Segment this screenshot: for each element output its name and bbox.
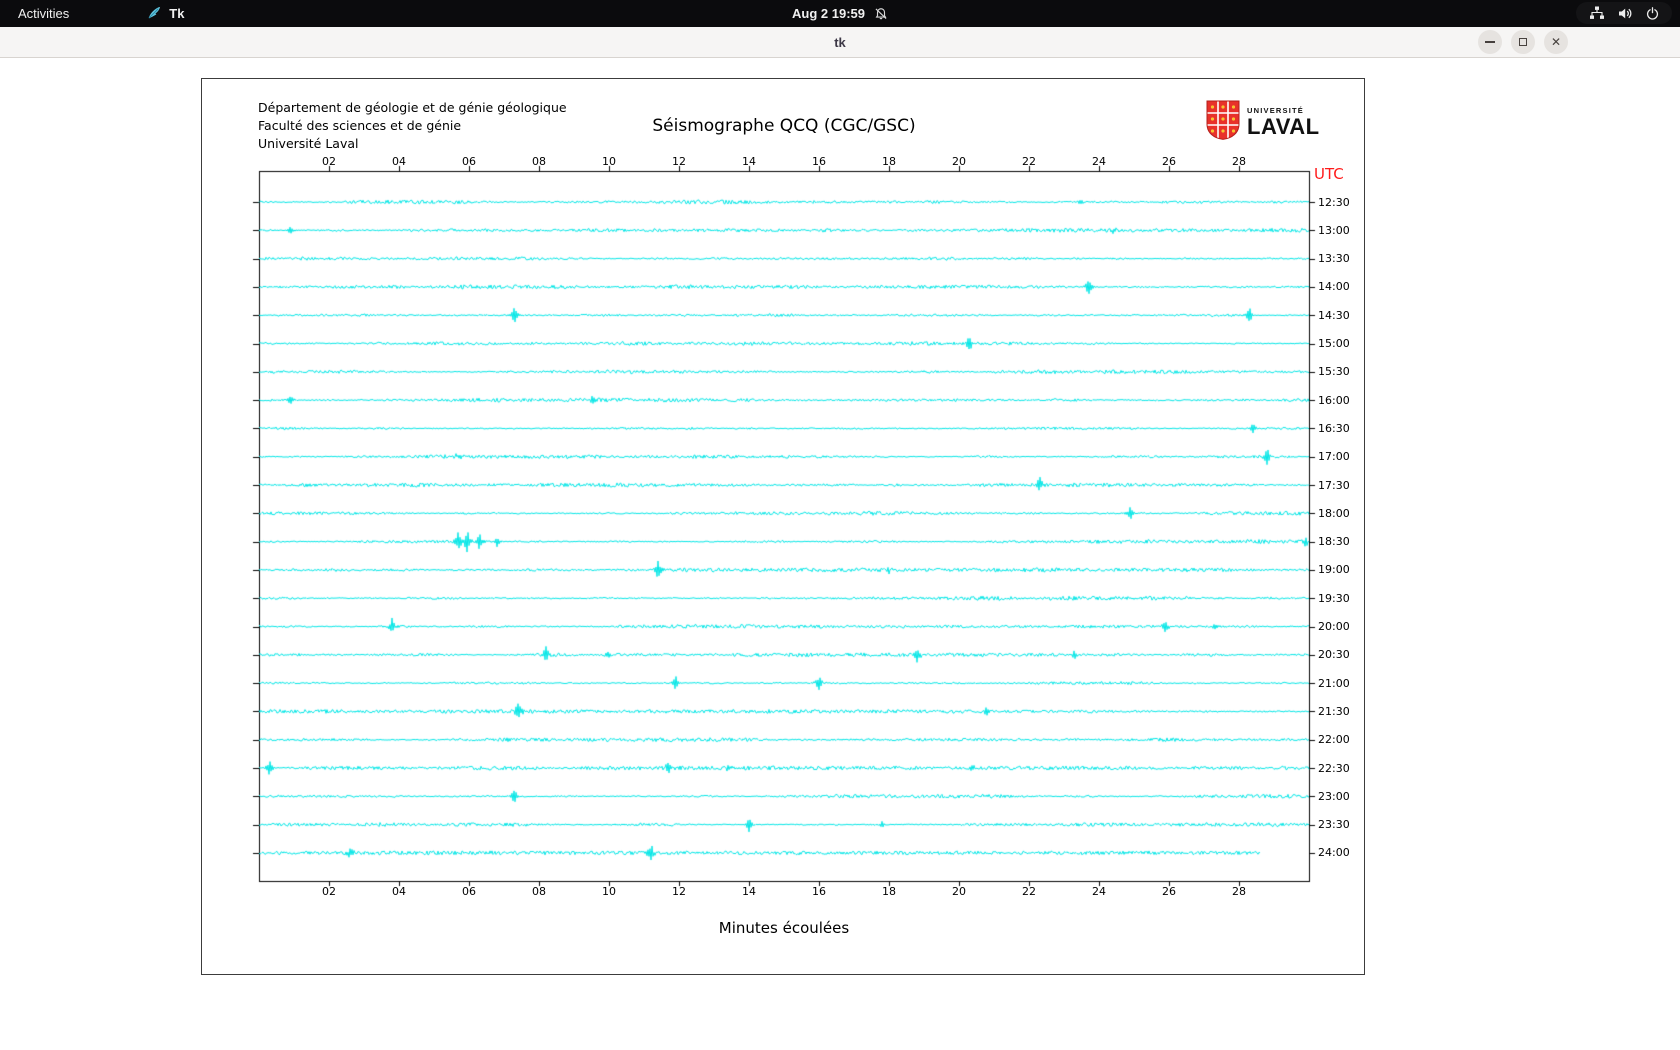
x-tick-label-top: 10 bbox=[602, 155, 616, 168]
focused-app-menu[interactable]: Tk bbox=[137, 2, 194, 25]
minimize-icon bbox=[1485, 41, 1495, 43]
x-tick-label-bottom: 04 bbox=[392, 885, 406, 898]
close-icon: ✕ bbox=[1550, 35, 1562, 49]
utc-time-label: 18:00 bbox=[1318, 506, 1350, 520]
x-tick-label-bottom: 22 bbox=[1022, 885, 1036, 898]
tk-app-icon bbox=[147, 5, 162, 23]
utc-time-label: 19:30 bbox=[1318, 591, 1350, 605]
x-tick-label-bottom: 14 bbox=[742, 885, 756, 898]
x-tick-label-top: 28 bbox=[1232, 155, 1246, 168]
x-tick-label-bottom: 20 bbox=[952, 885, 966, 898]
minimize-button[interactable] bbox=[1478, 30, 1502, 54]
activities-button[interactable]: Activities bbox=[8, 2, 79, 25]
utc-time-label: 19:00 bbox=[1318, 563, 1350, 577]
utc-time-label: 14:00 bbox=[1318, 280, 1350, 294]
utc-time-label: 17:30 bbox=[1318, 478, 1350, 492]
utc-time-label: 14:30 bbox=[1318, 308, 1350, 322]
volume-icon bbox=[1618, 7, 1633, 20]
x-tick-label-top: 22 bbox=[1022, 155, 1036, 168]
utc-time-label: 21:00 bbox=[1318, 676, 1350, 690]
utc-time-label: 17:00 bbox=[1318, 450, 1350, 464]
maximize-icon bbox=[1519, 38, 1527, 46]
utc-time-label: 12:30 bbox=[1318, 195, 1350, 209]
window-title: tk bbox=[834, 34, 846, 50]
utc-time-label: 24:00 bbox=[1318, 846, 1350, 860]
network-icon bbox=[1589, 6, 1605, 20]
close-button[interactable]: ✕ bbox=[1544, 30, 1568, 54]
utc-time-label: 22:30 bbox=[1318, 761, 1350, 775]
system-tray-button[interactable] bbox=[1576, 2, 1672, 24]
utc-time-label: 15:30 bbox=[1318, 365, 1350, 379]
utc-time-label: 20:30 bbox=[1318, 648, 1350, 662]
x-tick-label-top: 24 bbox=[1092, 155, 1106, 168]
seismograph-frame: Département de géologie et de génie géol… bbox=[201, 78, 1366, 976]
x-tick-label-bottom: 28 bbox=[1232, 885, 1246, 898]
clock-label: Aug 2 19:59 bbox=[792, 6, 865, 21]
x-axis-title: Minutes écoulées bbox=[718, 919, 850, 937]
utc-time-label: 16:30 bbox=[1318, 421, 1350, 435]
x-tick-label-top: 08 bbox=[532, 155, 546, 168]
window-titlebar[interactable]: tk ✕ bbox=[0, 27, 1680, 58]
x-tick-label-top: 04 bbox=[392, 155, 406, 168]
clock-button[interactable]: Aug 2 19:59 bbox=[782, 0, 898, 27]
x-tick-label-top: 06 bbox=[462, 155, 476, 168]
utc-time-label: 21:30 bbox=[1318, 704, 1350, 718]
x-tick-label-top: 20 bbox=[952, 155, 966, 168]
x-tick-label-bottom: 08 bbox=[532, 885, 546, 898]
x-tick-label-bottom: 12 bbox=[672, 885, 686, 898]
x-tick-label-bottom: 10 bbox=[602, 885, 616, 898]
x-tick-label-bottom: 26 bbox=[1162, 885, 1176, 898]
x-tick-label-bottom: 16 bbox=[812, 885, 826, 898]
utc-time-label: 18:30 bbox=[1318, 535, 1350, 549]
maximize-button[interactable] bbox=[1511, 30, 1535, 54]
x-tick-label-bottom: 24 bbox=[1092, 885, 1106, 898]
utc-time-label: 22:00 bbox=[1318, 733, 1350, 747]
x-tick-label-top: 26 bbox=[1162, 155, 1176, 168]
utc-time-label: 23:30 bbox=[1318, 818, 1350, 832]
utc-time-label: 13:30 bbox=[1318, 252, 1350, 266]
x-tick-label-top: 12 bbox=[672, 155, 686, 168]
utc-time-label: 16:00 bbox=[1318, 393, 1350, 407]
utc-time-label: 20:00 bbox=[1318, 620, 1350, 633]
x-tick-label-bottom: 18 bbox=[882, 885, 896, 898]
x-tick-label-top: 14 bbox=[742, 155, 756, 168]
desktop: { "top_bar": { "activities_label": "Acti… bbox=[0, 0, 1680, 1050]
x-tick-label-top: 02 bbox=[322, 155, 336, 168]
power-icon bbox=[1646, 6, 1659, 20]
notifications-disabled-icon bbox=[874, 7, 888, 21]
x-tick-label-bottom: 02 bbox=[322, 885, 336, 898]
x-tick-label-top: 16 bbox=[812, 155, 826, 168]
seismogram-canvas bbox=[202, 79, 1366, 976]
utc-time-label: 13:00 bbox=[1318, 223, 1350, 237]
x-tick-label-bottom: 06 bbox=[462, 885, 476, 898]
window-controls: ✕ bbox=[1478, 30, 1568, 54]
utc-time-label: 15:00 bbox=[1318, 337, 1350, 350]
gnome-top-bar: Activities Tk Aug 2 19:59 bbox=[0, 0, 1680, 27]
focused-app-name: Tk bbox=[169, 6, 185, 21]
tk-window-content: Département de géologie et de génie géol… bbox=[0, 58, 1680, 1050]
utc-time-label: 23:00 bbox=[1318, 789, 1350, 803]
x-tick-label-top: 18 bbox=[882, 155, 896, 168]
